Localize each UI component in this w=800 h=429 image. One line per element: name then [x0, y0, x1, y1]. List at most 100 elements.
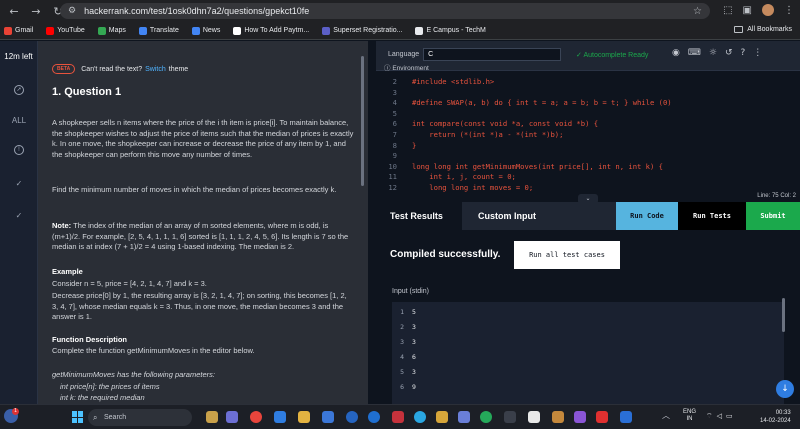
stdin-scrollbar[interactable] [782, 298, 785, 332]
back-icon[interactable]: ← [6, 5, 22, 18]
tray-chevron-icon[interactable]: ︿ [662, 410, 670, 421]
bookmark-item[interactable]: YouTube [46, 26, 85, 35]
check-icon[interactable]: ✓ [0, 179, 38, 188]
vscode-icon[interactable] [274, 411, 286, 423]
language-select[interactable]: C [423, 48, 562, 61]
whatsapp-icon[interactable] [480, 411, 492, 423]
bookmark-item[interactable]: News [191, 26, 220, 35]
bookmarks-bar: Gmail YouTube Maps Translate News How To Add … [0, 22, 800, 40]
menu-icon[interactable]: ⋮ [784, 5, 794, 16]
search-icon: ⌕ [93, 413, 98, 422]
eye-icon[interactable]: ◉ [672, 48, 680, 58]
tab-test-results[interactable]: Test Results [376, 202, 462, 230]
menu-dots-icon[interactable]: ⋮ [753, 48, 762, 58]
run-code-button[interactable]: Run Code [616, 202, 678, 230]
scroll-down-icon[interactable]: ↓ [776, 380, 794, 398]
app-t-icon[interactable] [368, 411, 380, 423]
environment-link[interactable]: ⓘ Environment [384, 62, 429, 72]
code-line[interactable]: 9 [376, 150, 800, 161]
code-text: int i, j, count = 0; [412, 172, 516, 182]
bookmark-favicon-icon [191, 26, 200, 35]
clock[interactable]: 00:33 14-02-2024 [760, 409, 791, 425]
app-red-icon[interactable] [392, 411, 404, 423]
teams-icon[interactable] [226, 411, 238, 423]
input-language[interactable]: ENG IN [683, 409, 696, 423]
bookmark-item[interactable]: E Campus - TechM [415, 26, 486, 35]
bookmark-favicon-icon [97, 26, 106, 35]
code-line[interactable]: 4 #define SWAP(a, b) do { int t = a; a = … [376, 97, 800, 108]
code-line[interactable]: 6 int compare(const void *a, const void *… [376, 118, 800, 129]
chrome-icon[interactable] [250, 411, 262, 423]
code-line[interactable]: 7 return (*(int *)a - *(int *)b); [376, 129, 800, 140]
app-orange-icon[interactable] [552, 411, 564, 423]
extensions-icon[interactable]: ⬚ [723, 5, 732, 16]
settings-icon[interactable]: ☼ [709, 48, 717, 58]
history-icon[interactable]: ↺ [725, 48, 733, 58]
run-all-button[interactable]: Run all test cases [514, 241, 620, 269]
question-title: 1. Question 1 [52, 86, 122, 98]
code-line[interactable]: 11 int i, j, count = 0; [376, 171, 800, 182]
run-tests-button[interactable]: Run Tests [678, 202, 746, 230]
code-text: #define SWAP(a, b) do { int t = a; a = b… [412, 98, 672, 108]
code-line[interactable]: 10 long long int getMinimumMoves(int pric… [376, 161, 800, 172]
problem-scrollbar[interactable] [361, 56, 364, 186]
wifi-icon[interactable]: ⌔ [706, 412, 713, 421]
all-questions-link[interactable]: ALL [0, 116, 38, 125]
bookmark-favicon-icon [138, 26, 147, 35]
volume-icon[interactable]: ◁ [717, 412, 722, 421]
code-line[interactable]: 8} [376, 140, 800, 151]
bookmark-item[interactable]: How To Add Paytm... [233, 26, 309, 35]
bookmark-item[interactable]: Maps [97, 26, 126, 35]
line-number: 7 [392, 130, 397, 139]
visual-studio-icon[interactable] [574, 411, 586, 423]
bookmark-item[interactable]: Superset Registratio... [322, 26, 402, 35]
help-icon[interactable]: ? [740, 48, 745, 58]
code-line[interactable]: 3 [376, 87, 800, 98]
edge-icon[interactable] [346, 411, 358, 423]
start-icon[interactable] [72, 411, 84, 423]
site-info-icon[interactable]: ⚙ [68, 6, 76, 16]
code-editor[interactable]: Line: 75 Col: 2 2 #include <stdlib.h> 3 4 #d… [376, 72, 800, 200]
check-icon-2[interactable]: ✓ [0, 211, 38, 220]
address-bar[interactable]: ⚙ hackerrank.com/test/1osk0dhn7a2/questi… [60, 3, 710, 19]
switch-theme-link[interactable]: Switch [145, 66, 166, 73]
folder-icon [734, 26, 744, 33]
line-col-indicator: Line: 75 Col: 2 [757, 193, 796, 199]
bookmark-favicon-icon [415, 26, 424, 35]
compass-icon[interactable]: ➚ [0, 85, 38, 95]
terminal-icon[interactable] [504, 411, 516, 423]
app-cloud-icon[interactable] [620, 411, 632, 423]
widgets-icon[interactable] [206, 411, 218, 423]
code-line[interactable]: 2 #include <stdlib.h> [376, 76, 800, 87]
forward-icon[interactable]: → [28, 5, 44, 18]
code-line[interactable]: 12 long long int moves = 0; [376, 182, 800, 193]
line-number: 5 [392, 108, 397, 118]
stdin-label: Input (stdin) [392, 288, 429, 295]
app-white-icon[interactable] [528, 411, 540, 423]
bookmark-star-icon[interactable]: ☆ [693, 6, 702, 17]
side-panel-icon[interactable]: ▣ [743, 5, 752, 16]
bookmark-item[interactable]: Translate [138, 26, 179, 35]
telegram-icon[interactable] [414, 411, 426, 423]
all-bookmarks[interactable]: All Bookmarks [734, 26, 792, 33]
tab-custom-input[interactable]: Custom Input [478, 202, 536, 230]
bookmark-item[interactable]: Gmail [4, 26, 33, 35]
info-icon[interactable]: ! [0, 145, 38, 155]
theme-switch-row: BETA Can't read the text? Switch theme [52, 64, 188, 74]
file-explorer-icon[interactable] [298, 411, 310, 423]
profile-avatar[interactable] [762, 4, 774, 16]
app-yellow-icon[interactable] [436, 411, 448, 423]
app-blue-icon[interactable] [458, 411, 470, 423]
mail-icon[interactable] [322, 411, 334, 423]
battery-icon[interactable]: ▭ [726, 412, 733, 421]
youtube-icon[interactable] [596, 411, 608, 423]
stdin-row: 23 [400, 323, 416, 331]
submit-button[interactable]: Submit [746, 202, 800, 230]
keyboard-icon[interactable]: ⌨ [688, 48, 701, 58]
example-text: Decrease price[0] by 1, the resulting ar… [52, 291, 347, 322]
code-line[interactable]: 5 [376, 108, 800, 119]
stdin-row: 46 [400, 353, 416, 361]
results-panel: Compiled successfully. Run all test case… [376, 230, 800, 404]
taskbar-search[interactable]: ⌕ Search [88, 409, 192, 426]
line-number: 10 [388, 161, 397, 171]
